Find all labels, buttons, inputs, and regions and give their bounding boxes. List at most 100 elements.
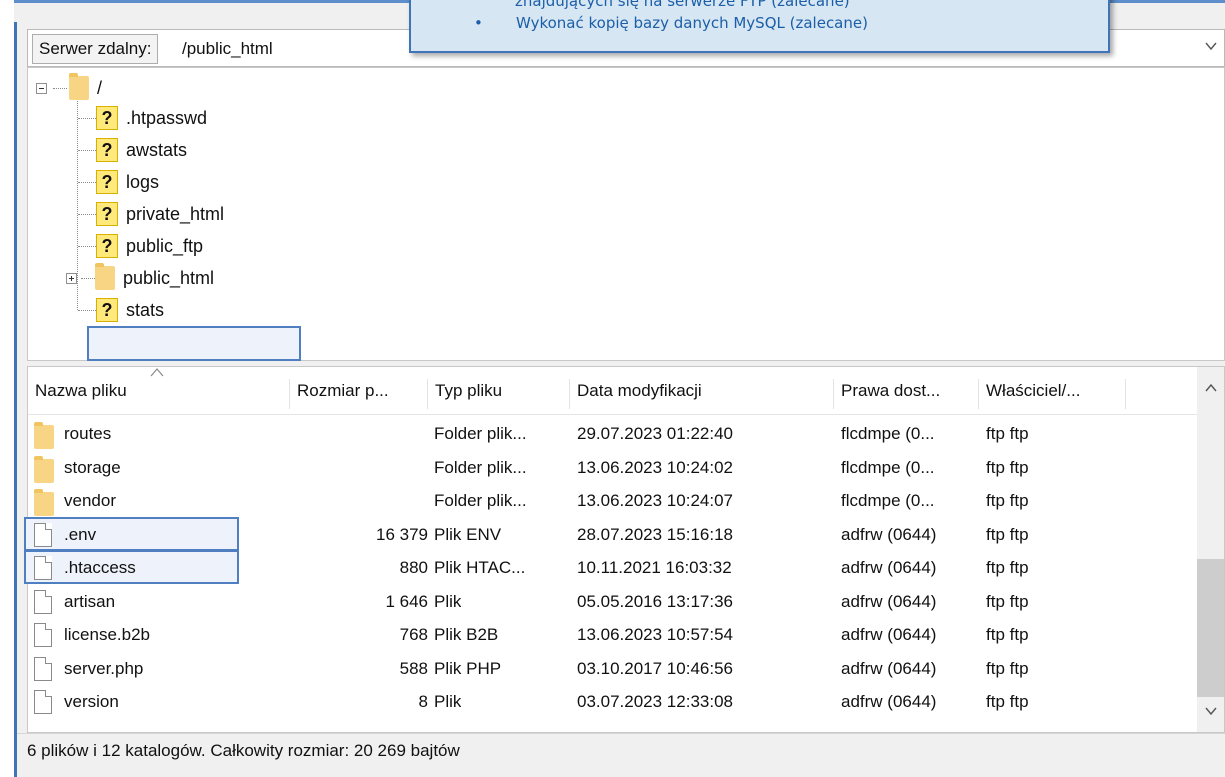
- tree-item-label: /: [97, 77, 103, 98]
- unknown-icon: ?: [96, 202, 118, 226]
- file-permissions: adfrw (0644): [841, 524, 937, 544]
- file-rows: routes Folder plik... 29.07.2023 01:22:4…: [24, 417, 1198, 719]
- file-row[interactable]: artisan 1 646 Plik 05.05.2016 13:17:36 a…: [28, 585, 1198, 619]
- file-size: 880: [399, 558, 428, 577]
- column-header-modified[interactable]: Data modyfikacji: [570, 379, 834, 409]
- file-type: Plik ENV: [434, 524, 502, 544]
- column-header-size[interactable]: Rozmiar p...: [290, 379, 428, 409]
- column-header-name[interactable]: Nazwa pliku: [28, 379, 290, 409]
- file-permissions: adfrw (0644): [841, 658, 937, 678]
- tree-item-label: public_ftp: [126, 235, 204, 256]
- tree-item-label: public_html: [123, 267, 215, 288]
- file-name: version: [64, 692, 119, 711]
- tree-item-public-html[interactable]: public_html: [66, 263, 215, 292]
- file-date: 13.06.2023 10:57:54: [577, 625, 733, 644]
- file-name: vendor: [64, 491, 116, 510]
- file-date: 10.11.2021 16:03:32: [577, 558, 732, 577]
- file-owner: ftp ftp: [986, 658, 1029, 678]
- file-permissions: adfrw (0644): [841, 558, 937, 577]
- file-row[interactable]: version 8 Plik 03.07.2023 12:33:08 adfrw…: [28, 685, 1198, 719]
- file-list-header: Nazwa pliku Rozmiar p... Typ pliku Data …: [28, 367, 1198, 415]
- file-row[interactable]: license.b2b 768 Plik B2B 13.06.2023 10:5…: [28, 618, 1198, 652]
- file-name: storage: [64, 457, 121, 477]
- callout-text: Wykonać kopię bazy danych MySQL (zalecan…: [516, 14, 868, 32]
- tree-item[interactable]: ? private_html: [78, 200, 224, 228]
- collapse-icon[interactable]: [36, 82, 47, 94]
- folder-icon: [69, 73, 89, 100]
- file-type: Plik B2B: [434, 625, 499, 644]
- file-permissions: adfrw (0644): [841, 591, 937, 611]
- scroll-up-icon[interactable]: [1204, 383, 1218, 393]
- folder-icon: [34, 455, 54, 483]
- tree-item[interactable]: ? awstats: [78, 136, 187, 164]
- tree-item[interactable]: ? logs: [78, 168, 159, 196]
- tree-item[interactable]: ? .htpasswd: [78, 104, 207, 132]
- file-row[interactable]: routes Folder plik... 29.07.2023 01:22:4…: [28, 417, 1198, 451]
- file-size: [290, 484, 428, 517]
- unknown-icon: ?: [96, 298, 118, 322]
- file-type: Folder plik...: [434, 491, 527, 510]
- file-name: server.php: [64, 658, 144, 678]
- file-size: 1 646: [385, 591, 428, 611]
- unknown-icon: ?: [96, 138, 118, 162]
- file-owner: ftp ftp: [986, 625, 1029, 644]
- remote-file-list: Nazwa pliku Rozmiar p... Typ pliku Data …: [24, 366, 1225, 733]
- unknown-icon: ?: [96, 234, 118, 258]
- scrollbar-thumb[interactable]: [1197, 559, 1224, 697]
- tree-item-label: private_html: [126, 203, 225, 224]
- file-owner: ftp ftp: [986, 424, 1029, 443]
- tree-item[interactable]: ? stats: [78, 296, 164, 324]
- selection-highlight: [24, 516, 239, 551]
- status-bar: 6 plików i 12 katalogów. Całkowity rozmi…: [17, 733, 1225, 777]
- vertical-scrollbar[interactable]: [1197, 367, 1224, 732]
- file-owner: ftp ftp: [986, 491, 1029, 510]
- file-name: .env: [64, 524, 97, 544]
- file-icon: [34, 589, 52, 614]
- tree-item-root[interactable]: /: [36, 73, 103, 102]
- file-size: 768: [399, 625, 428, 644]
- column-header-owner[interactable]: Właściciel/...: [979, 379, 1126, 409]
- folder-icon: [34, 489, 54, 516]
- file-name: routes: [64, 424, 112, 443]
- tree-item-label: stats: [126, 299, 165, 320]
- sort-ascending-icon: [150, 368, 164, 377]
- file-size: 8: [418, 692, 428, 711]
- scroll-down-icon[interactable]: [1204, 706, 1218, 716]
- expand-icon[interactable]: [66, 272, 77, 284]
- file-owner: ftp ftp: [986, 524, 1029, 544]
- file-name: license.b2b: [64, 625, 151, 644]
- file-row-env[interactable]: .env 16 379 Plik ENV 28.07.2023 15:16:18…: [24, 516, 1198, 552]
- file-type: Plik HTAC...: [434, 558, 526, 577]
- file-owner: ftp ftp: [986, 558, 1029, 577]
- file-row-htaccess[interactable]: .htaccess 880 Plik HTAC... 10.11.2021 16…: [24, 550, 1198, 585]
- file-row[interactable]: vendor Folder plik... 13.06.2023 10:24:0…: [28, 484, 1198, 518]
- file-permissions: adfrw (0644): [841, 692, 937, 711]
- bullet-icon: •: [474, 14, 483, 32]
- file-type: Plik: [434, 692, 462, 711]
- remote-path-label: Serwer zdalny:: [32, 34, 159, 64]
- file-permissions: flcdmpe (0...: [841, 424, 935, 443]
- file-size: 588: [399, 658, 428, 678]
- column-header-type[interactable]: Typ pliku: [428, 379, 570, 409]
- folder-icon: [34, 422, 54, 449]
- file-permissions: flcdmpe (0...: [841, 457, 935, 477]
- folder-icon: [95, 263, 115, 290]
- remote-directory-tree: / ? .htpasswd ? awstats ? logs ? private…: [27, 67, 1225, 361]
- file-icon: [34, 690, 52, 714]
- file-size: [290, 417, 428, 450]
- instruction-callout: znajdujących się na serwerze FTP (zaleca…: [409, 0, 1110, 53]
- file-type: Plik: [434, 591, 462, 611]
- tree-item[interactable]: ? public_ftp: [78, 232, 203, 260]
- file-icon: [34, 656, 52, 681]
- chevron-down-icon[interactable]: [1204, 39, 1218, 53]
- column-header-permissions[interactable]: Prawa dost...: [834, 379, 979, 409]
- file-date: 03.10.2017 10:46:56: [577, 658, 733, 678]
- file-row[interactable]: server.php 588 Plik PHP 03.10.2017 10:46…: [28, 652, 1198, 686]
- file-type: Folder plik...: [434, 424, 527, 443]
- file-icon: [34, 556, 52, 580]
- file-permissions: adfrw (0644): [841, 625, 937, 644]
- file-row[interactable]: storage Folder plik... 13.06.2023 10:24:…: [28, 451, 1198, 485]
- file-date: 03.07.2023 12:33:08: [577, 692, 733, 711]
- file-owner: ftp ftp: [986, 692, 1029, 711]
- file-name: .htaccess: [64, 558, 136, 577]
